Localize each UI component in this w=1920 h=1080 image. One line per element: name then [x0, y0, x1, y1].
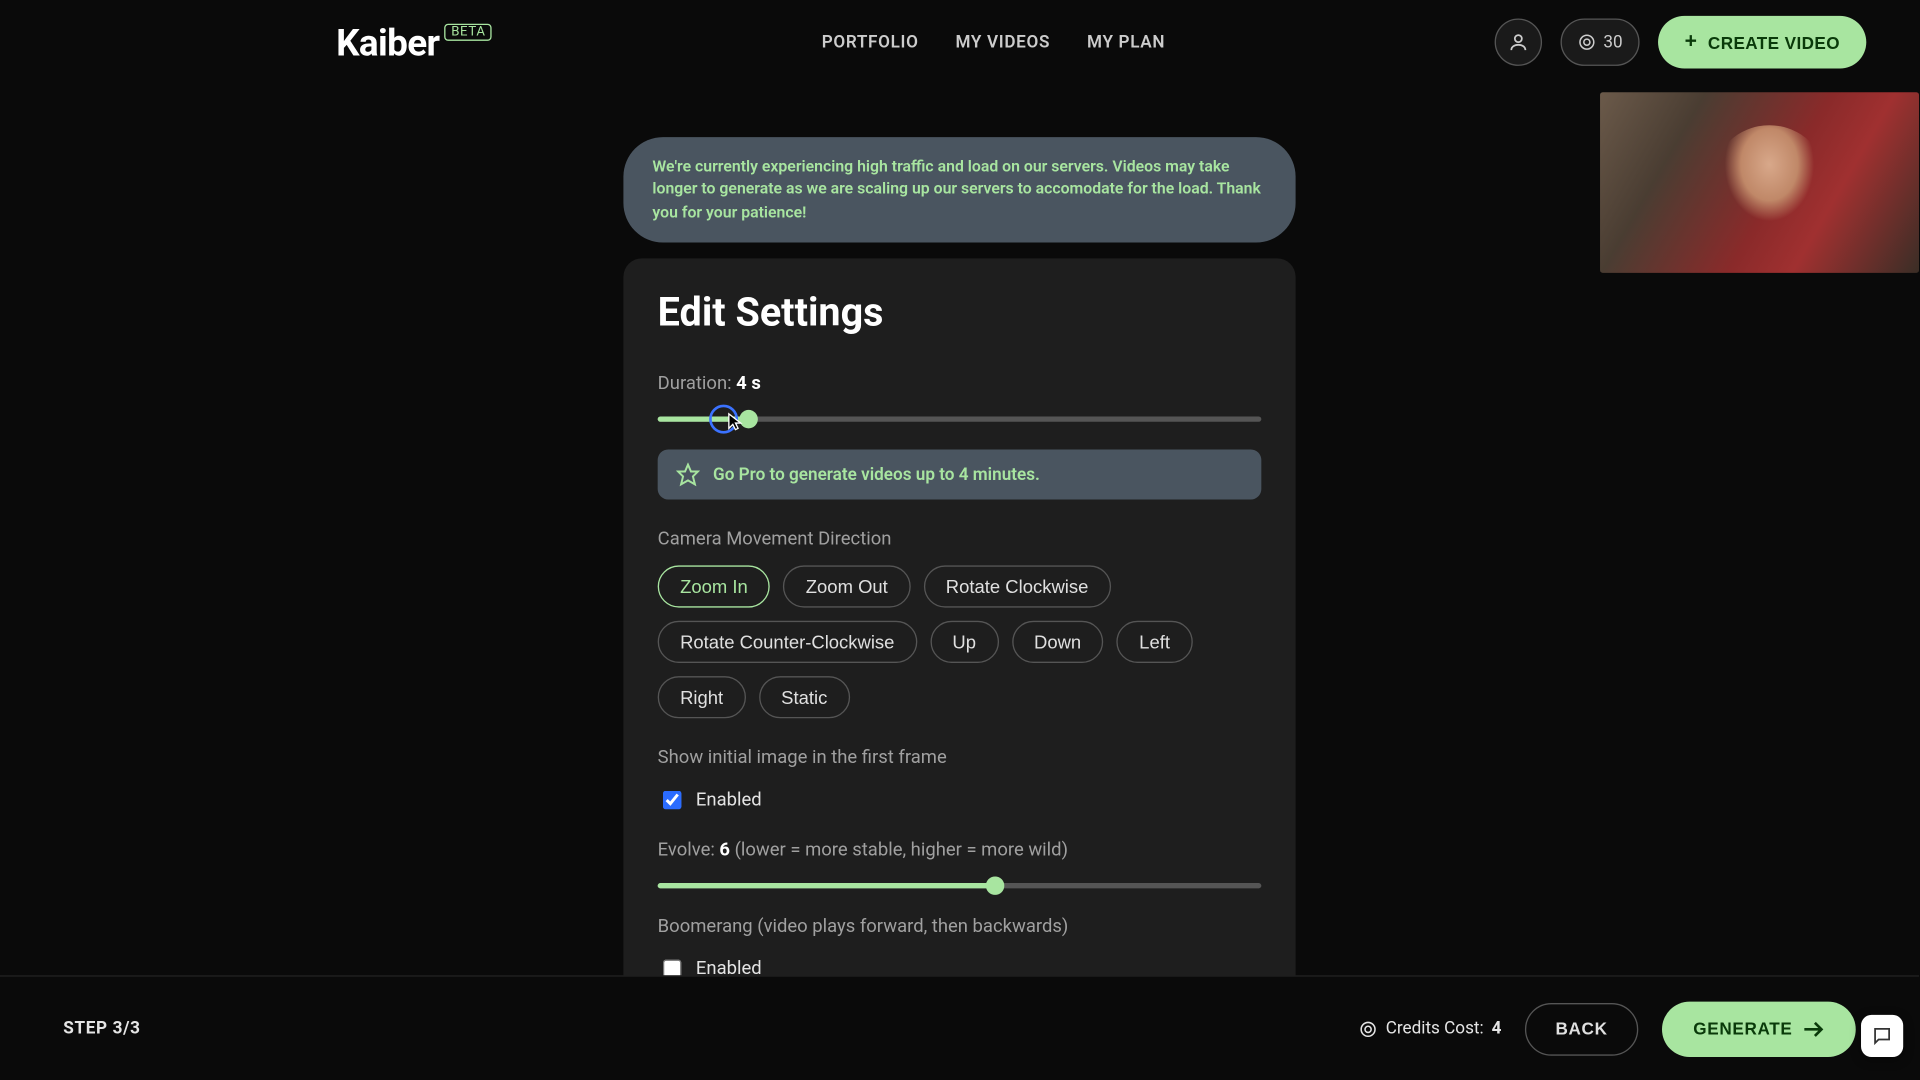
credits-icon	[1577, 33, 1595, 51]
camera-label: Camera Movement Direction	[658, 529, 1262, 550]
boomerang-label: Boomerang (video plays forward, then bac…	[658, 916, 1262, 937]
logo-text: Kaiber	[336, 20, 439, 63]
enabled-label: Enabled	[696, 790, 762, 811]
create-video-button[interactable]: + CREATE VIDEO	[1658, 16, 1866, 69]
duration-label: Duration: 4 s	[658, 373, 1262, 394]
camera-option-rotate-clockwise[interactable]: Rotate Clockwise	[923, 566, 1110, 608]
beta-badge: BETA	[445, 23, 493, 40]
chat-widget[interactable]	[1861, 1015, 1903, 1057]
create-video-label: CREATE VIDEO	[1708, 32, 1840, 52]
credits-chip[interactable]: 30	[1560, 18, 1640, 65]
pro-banner-text: Go Pro to generate videos up to 4 minute…	[713, 465, 1040, 485]
header: Kaiber BETA PORTFOLIO MY VIDEOS MY PLAN …	[0, 0, 1919, 84]
camera-option-zoom-in[interactable]: Zoom In	[658, 566, 771, 608]
generate-button[interactable]: GENERATE	[1662, 1001, 1856, 1056]
pro-banner[interactable]: Go Pro to generate videos up to 4 minute…	[658, 450, 1262, 500]
evolve-slider[interactable]	[658, 874, 1262, 898]
nav-my-videos[interactable]: MY VIDEOS	[955, 32, 1050, 52]
credits-icon	[1359, 1019, 1377, 1037]
credits-cost: Credits Cost: 4	[1359, 1019, 1501, 1039]
camera-option-left[interactable]: Left	[1117, 621, 1193, 663]
user-icon	[1507, 32, 1528, 53]
main-nav: PORTFOLIO MY VIDEOS MY PLAN	[822, 32, 1165, 52]
slider-thumb[interactable]	[986, 877, 1004, 895]
step-indicator: STEP 3/3	[63, 1019, 140, 1039]
page-title: Edit Settings	[658, 290, 1262, 336]
webcam-overlay	[1600, 92, 1919, 273]
duration-slider[interactable]	[658, 407, 1262, 431]
show-initial-checkbox[interactable]	[663, 791, 681, 809]
settings-card: Edit Settings Duration: 4 s Go Pro to ge…	[623, 259, 1295, 1046]
slider-thumb[interactable]	[739, 410, 757, 428]
logo[interactable]: Kaiber BETA	[336, 20, 492, 63]
generate-label: GENERATE	[1693, 1019, 1792, 1039]
show-initial-checkbox-row[interactable]: Enabled	[658, 787, 1262, 813]
arrow-right-icon	[1803, 1021, 1824, 1037]
back-button[interactable]: BACK	[1525, 1002, 1638, 1055]
profile-button[interactable]	[1494, 18, 1541, 65]
camera-options: Zoom In Zoom Out Rotate ClockwiseRotate Co…	[658, 566, 1262, 719]
chat-icon	[1872, 1025, 1893, 1046]
nav-portfolio[interactable]: PORTFOLIO	[822, 32, 919, 52]
camera-option-static[interactable]: Static	[759, 676, 850, 718]
camera-option-zoom-out[interactable]: Zoom Out	[783, 566, 910, 608]
star-icon	[676, 463, 700, 487]
credits-count: 30	[1603, 32, 1622, 52]
slider-fill	[658, 417, 749, 422]
evolve-label: Evolve: 6 (lower = more stable, higher =…	[658, 840, 1262, 861]
camera-option-up[interactable]: Up	[930, 621, 998, 663]
camera-option-down[interactable]: Down	[1012, 621, 1104, 663]
show-initial-label: Show initial image in the first frame	[658, 748, 1262, 769]
slider-fill	[658, 883, 996, 888]
traffic-notice: We're currently experiencing high traffi…	[623, 137, 1295, 243]
plus-icon: +	[1685, 30, 1698, 54]
nav-my-plan[interactable]: MY PLAN	[1087, 32, 1165, 52]
camera-option-rotate-counter-clockwise[interactable]: Rotate Counter-Clockwise	[658, 621, 917, 663]
camera-option-right[interactable]: Right	[658, 676, 746, 718]
footer: STEP 3/3 Credits Cost: 4 BACK GENERATE	[0, 975, 1919, 1080]
